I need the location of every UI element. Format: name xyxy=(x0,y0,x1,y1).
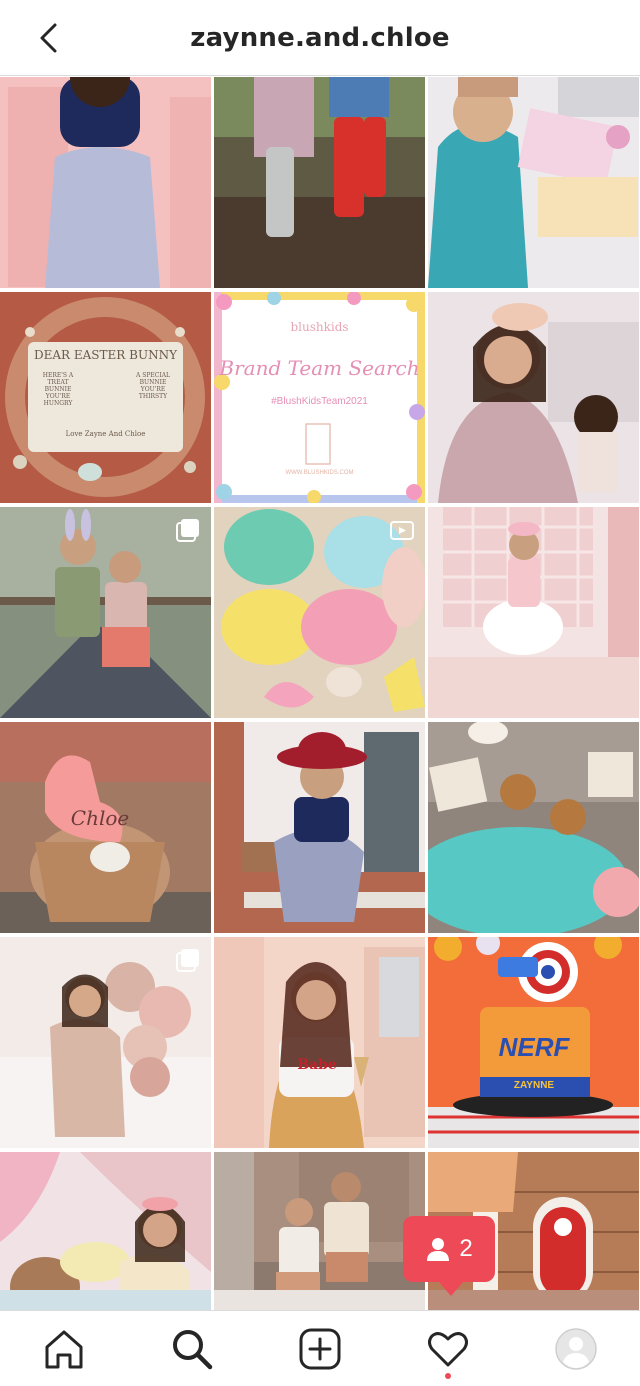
grid-tile-partial[interactable] xyxy=(0,1290,211,1310)
tile-image xyxy=(428,292,639,503)
nav-search-button[interactable] xyxy=(160,1317,224,1381)
tile-image xyxy=(214,722,425,933)
multi-photo-icon xyxy=(176,949,199,972)
brand-url-text: WWW.BLUSHKIDS.COM xyxy=(285,470,354,476)
grid-tile-partial[interactable] xyxy=(214,1290,425,1310)
nav-profile-button[interactable] xyxy=(544,1317,608,1381)
new-followers-notification[interactable]: 2 xyxy=(403,1216,495,1296)
wreath-right-text: A SPECIAL BUNNIE YOU'RE THIRSTY xyxy=(135,372,171,400)
new-post-icon xyxy=(299,1328,341,1369)
person-icon xyxy=(427,1238,450,1261)
nav-home-button[interactable] xyxy=(32,1317,96,1381)
grid-tile[interactable] xyxy=(0,507,211,718)
grid-tile[interactable]: DEAR EASTER BUNNY HERE'S A TREAT BUNNIE … xyxy=(0,292,211,503)
tile-image xyxy=(428,77,639,288)
grid-tile[interactable] xyxy=(428,722,639,933)
grid-tile[interactable]: NERF ZAYNNE xyxy=(428,937,639,1148)
tile-image xyxy=(0,292,211,503)
grid-tile[interactable] xyxy=(428,292,639,503)
activity-indicator-dot xyxy=(445,1372,451,1379)
grid-tile[interactable]: Babe xyxy=(214,937,425,1148)
grid-tile[interactable] xyxy=(428,507,639,718)
wreath-heading: DEAR EASTER BUNNY xyxy=(33,348,177,362)
chevron-left-icon xyxy=(40,23,57,53)
bottom-navigation xyxy=(0,1310,640,1386)
tile-image xyxy=(428,722,639,933)
tile-image xyxy=(214,77,425,288)
grid-next-row-partial xyxy=(0,1290,640,1310)
grid-tile[interactable] xyxy=(0,77,211,288)
grid-tile[interactable] xyxy=(0,937,211,1148)
grid-tile[interactable] xyxy=(214,77,425,288)
wreath-left-text: HERE'S A TREAT BUNNIE YOU'RE HUNGRY xyxy=(42,372,74,407)
nav-new-post-button[interactable] xyxy=(288,1317,352,1381)
brand-hashtag-text: #BlushKidsTeam2021 xyxy=(271,396,368,407)
multi-photo-icon xyxy=(176,519,199,542)
chloe-tag-text: Chloe xyxy=(70,806,130,830)
grid-tile[interactable]: Chloe xyxy=(0,722,211,933)
profile-username-title: zaynne.and.chloe xyxy=(190,22,450,53)
tile-image xyxy=(214,937,425,1148)
profile-avatar-icon xyxy=(555,1327,597,1370)
grid-tile[interactable]: blushkids Brand Team Search #BlushKidsTe… xyxy=(214,292,425,503)
nerf-cake-name: ZAYNNE xyxy=(513,1080,555,1091)
video-icon xyxy=(390,521,414,540)
brand-title-text: Brand Team Search xyxy=(219,356,420,380)
notification-count: 2 xyxy=(459,1235,473,1262)
top-header: zaynne.and.chloe xyxy=(0,0,640,76)
wreath-signature: Love Zayne And Chloe xyxy=(65,430,146,438)
tile-image xyxy=(428,507,639,718)
back-button[interactable] xyxy=(30,20,66,56)
grid-tile[interactable] xyxy=(214,722,425,933)
photo-grid: DEAR EASTER BUNNY HERE'S A TREAT BUNNIE … xyxy=(0,77,640,1363)
brand-logo-text: blushkids xyxy=(290,320,349,334)
grid-tile[interactable] xyxy=(214,507,425,718)
home-icon xyxy=(45,1330,83,1368)
babe-shirt-text: Babe xyxy=(297,1057,337,1073)
activity-heart-icon xyxy=(428,1331,468,1366)
nav-activity-button[interactable] xyxy=(416,1317,480,1381)
grid-tile[interactable] xyxy=(428,77,639,288)
nerf-cake-word: NERF xyxy=(498,1032,570,1062)
search-icon xyxy=(173,1329,213,1369)
tile-image xyxy=(0,77,211,288)
